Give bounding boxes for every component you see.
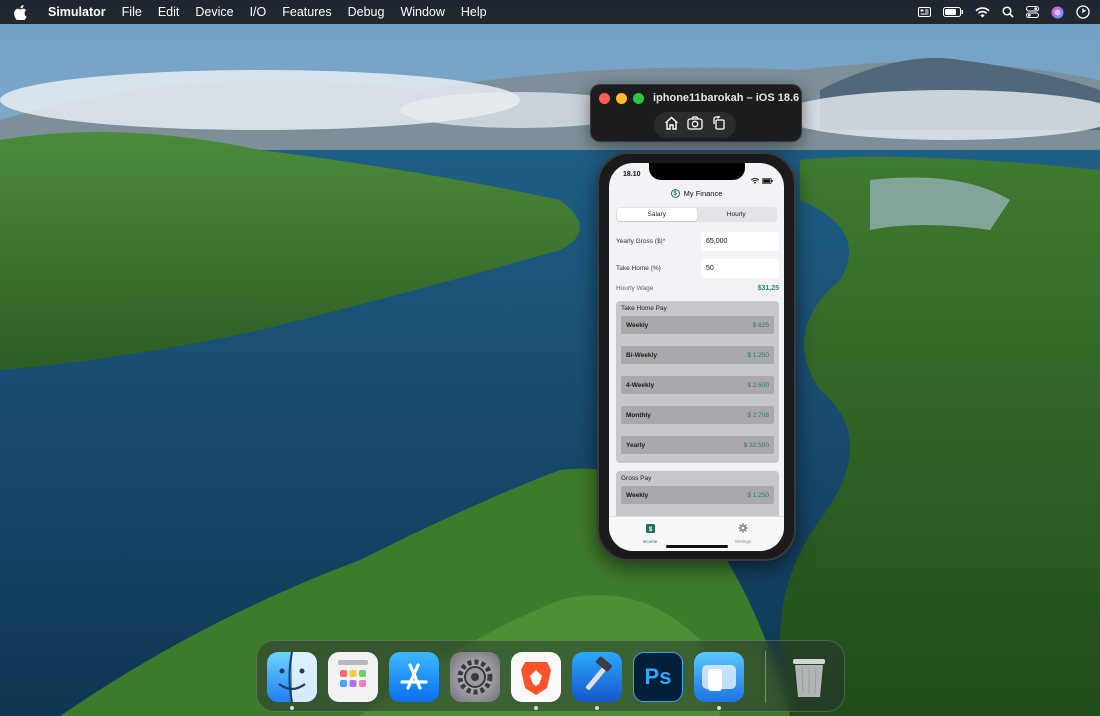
simulator-running-dot: [717, 706, 721, 710]
minimize-window-button[interactable]: [616, 93, 627, 104]
desktop-wallpaper: [0, 0, 1100, 716]
photoshop-label: Ps: [644, 664, 672, 689]
segment-hourly[interactable]: Hourly: [697, 208, 777, 221]
take-home-label: Take Home (%): [616, 264, 661, 272]
dock: Ps: [256, 640, 845, 712]
dock-separator: [765, 651, 766, 703]
iphone-device-frame: 18.10 $ My Finance Salary Hourly Yearly …: [597, 152, 796, 561]
photoshop-icon[interactable]: Ps: [633, 652, 683, 702]
launchpad-icon[interactable]: [328, 652, 378, 702]
menu-edit[interactable]: Edit: [150, 0, 188, 24]
tab-income-label: Income: [642, 539, 658, 544]
screenshot-icon[interactable]: [687, 115, 704, 135]
siri-icon[interactable]: [1051, 6, 1064, 19]
control-center-icon[interactable]: [1026, 6, 1039, 18]
menu-features[interactable]: Features: [274, 0, 339, 24]
gear-icon: [738, 520, 748, 538]
brave-running-dot: [534, 706, 538, 710]
finder-icon[interactable]: [267, 652, 317, 702]
pay-row-value: $ 32.500: [743, 441, 769, 449]
trash-icon[interactable]: [784, 652, 834, 702]
pay-row-name: 4-Weekly: [626, 381, 655, 389]
pay-row-name: Bi-Weekly: [626, 351, 657, 359]
pay-type-segmented-control: Salary Hourly: [616, 207, 777, 222]
rotate-icon[interactable]: [712, 114, 726, 135]
pay-row-value: $ 1.250: [747, 351, 769, 359]
required-mark: *: [662, 237, 666, 245]
take-home-row-yearly: Yearly $ 32.500: [621, 436, 774, 454]
take-home-row-biweekly: Bi-Weekly $ 1.250: [621, 346, 774, 364]
tab-income[interactable]: $ Income: [625, 520, 675, 544]
hourly-wage-label: Hourly Wage: [616, 285, 654, 292]
status-icons: [750, 171, 773, 189]
gross-row-weekly: Weekly $ 1.250: [621, 486, 774, 504]
menu-window[interactable]: Window: [392, 0, 452, 24]
tab-settings[interactable]: Settings: [718, 520, 768, 544]
take-home-row-monthly: Monthly $ 2.708: [621, 406, 774, 424]
nav-title-text: My Finance: [683, 189, 723, 198]
pay-row-value: $ 625: [752, 321, 769, 329]
xcode-running-dot: [595, 706, 599, 710]
menu-device[interactable]: Device: [187, 0, 241, 24]
yearly-gross-input[interactable]: [701, 231, 779, 251]
pay-row-name: Weekly: [626, 491, 649, 499]
take-home-row-4weekly: 4-Weekly $ 2.500: [621, 376, 774, 394]
segment-salary[interactable]: Salary: [617, 208, 697, 221]
menu-simulator[interactable]: Simulator: [40, 0, 114, 24]
pay-row-value: $ 2.708: [747, 411, 769, 419]
pay-row-value: $ 1.250: [747, 491, 769, 499]
simulator-title: iphone11barokah – iOS 18.6: [653, 92, 800, 104]
home-icon[interactable]: [664, 116, 679, 135]
take-home-input[interactable]: [701, 258, 779, 278]
phone-screen: 18.10 $ My Finance Salary Hourly Yearly …: [609, 163, 784, 551]
svg-text:$: $: [648, 526, 652, 533]
close-window-button[interactable]: [599, 93, 610, 104]
app-logo-icon: $: [670, 189, 680, 198]
hourly-wage-row: Hourly Wage $31,25: [616, 285, 779, 292]
simulator-tools: [654, 112, 736, 138]
display-icon[interactable]: [918, 7, 931, 17]
dollar-icon: $: [645, 520, 655, 538]
phone-notch: [649, 163, 745, 180]
app-store-icon[interactable]: [389, 652, 439, 702]
xcode-icon[interactable]: [572, 652, 622, 702]
pay-row-name: Weekly: [626, 321, 649, 329]
yearly-gross-row: Yearly Gross ($)*: [616, 231, 779, 251]
take-home-pay-card: Take Home Pay Weekly $ 625 Bi-Weekly $ 1…: [616, 301, 779, 463]
clock-icon[interactable]: [1076, 5, 1090, 19]
battery-status-icon: [762, 171, 773, 189]
home-indicator[interactable]: [666, 545, 728, 548]
gross-pay-title: Gross Pay: [621, 475, 652, 482]
pay-row-name: Monthly: [626, 411, 651, 419]
pay-row-name: Yearly: [626, 441, 646, 449]
yearly-gross-label-text: Yearly Gross ($): [616, 237, 663, 245]
wifi-status-icon: [750, 171, 760, 189]
menu-help[interactable]: Help: [453, 0, 495, 24]
pay-row-value: $ 2.500: [747, 381, 769, 389]
finder-running-dot: [290, 706, 294, 710]
brave-browser-icon[interactable]: [511, 652, 561, 702]
take-home-row: Take Home (%): [616, 258, 779, 278]
system-settings-icon[interactable]: [450, 652, 500, 702]
menu-file[interactable]: File: [114, 0, 150, 24]
menu-debug[interactable]: Debug: [340, 0, 393, 24]
take-home-row-weekly: Weekly $ 625: [621, 316, 774, 334]
status-time: 18.10: [623, 171, 641, 178]
wifi-icon[interactable]: [975, 6, 990, 18]
tab-settings-label: Settings: [734, 539, 752, 544]
yearly-gross-label: Yearly Gross ($)*: [616, 238, 665, 245]
menu-io[interactable]: I/O: [242, 0, 275, 24]
battery-icon[interactable]: [943, 7, 963, 17]
menu-bar: Simulator File Edit Device I/O Features …: [0, 0, 1100, 24]
apple-menu-icon[interactable]: [0, 0, 40, 24]
simulator-icon[interactable]: [694, 652, 744, 702]
hourly-wage-value: $31,25: [757, 285, 779, 292]
nav-title: $ My Finance: [609, 189, 784, 198]
zoom-window-button[interactable]: [633, 93, 644, 104]
simulator-window-toolbar: iphone11barokah – iOS 18.6: [590, 84, 802, 142]
search-icon[interactable]: [1002, 6, 1014, 18]
take-home-pay-title: Take Home Pay: [621, 305, 667, 312]
